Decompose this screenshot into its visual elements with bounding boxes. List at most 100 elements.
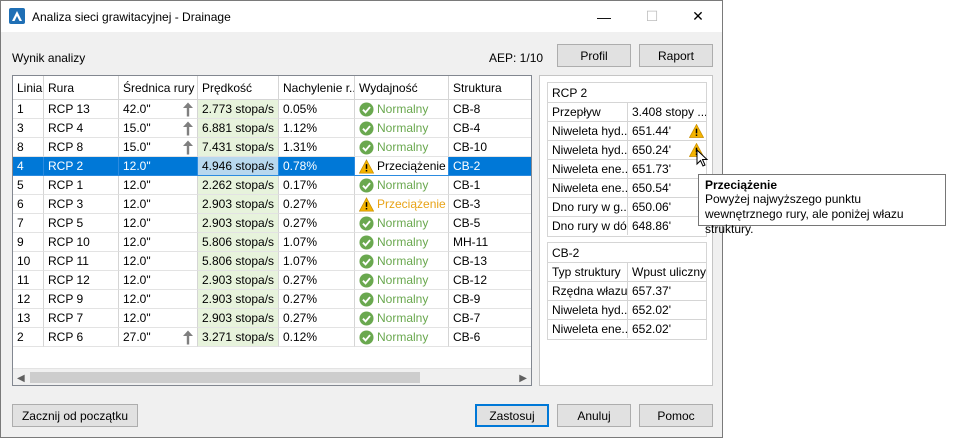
civil3d-app-icon — [9, 8, 25, 24]
table-row[interactable]: 9 RCP 10 12.0" 5.806 stopa/s 1.07% Normalny MH… — [13, 233, 531, 252]
grid-header: Linia Rura Średnica rury Prędkość Nachyl… — [13, 76, 531, 100]
table-row[interactable]: 8 RCP 8 15.0" 7.431 stopa/s 1.31% Normalny CB-… — [13, 138, 531, 157]
checkmark-icon — [359, 329, 374, 345]
column-header-srednica[interactable]: Średnica rury — [119, 76, 198, 99]
cell-rura: RCP 9 — [44, 290, 119, 309]
cell-predkosc: 2.903 stopa/s — [198, 290, 279, 309]
status-label: Normalny — [377, 140, 429, 154]
scroll-thumb[interactable] — [30, 372, 420, 383]
cell-wydajnosc: Normalny — [355, 309, 449, 328]
status-label: Normalny — [377, 311, 429, 325]
cell-predkosc: 4.946 stopa/s — [198, 157, 279, 176]
checkmark-icon — [359, 139, 374, 155]
table-row[interactable]: 10 RCP 11 12.0" 5.806 stopa/s 1.07% Normalny C… — [13, 252, 531, 271]
cell-srednica: 12.0" — [119, 252, 198, 271]
cell-struktura: CB-9 — [449, 290, 531, 309]
cell-rura: RCP 8 — [44, 138, 119, 157]
scroll-left-icon[interactable]: ◀ — [17, 373, 25, 384]
cancel-button[interactable]: Anuluj — [557, 404, 631, 427]
cell-predkosc: 2.903 stopa/s — [198, 271, 279, 290]
cell-nachylenie: 0.12% — [279, 328, 355, 347]
pipe-properties-table: RCP 2 Przepływ 3.408 stopy ... Niweleta hy… — [547, 82, 707, 237]
column-header-predkosc[interactable]: Prędkość — [198, 76, 279, 99]
close-button[interactable]: ✕ — [675, 1, 721, 32]
arrow-up-icon — [183, 140, 193, 155]
property-key: Dno rury w g... — [548, 198, 628, 216]
table-row[interactable]: 4 RCP 2 12.0" 4.946 stopa/s 0.78% Przeciążeni… — [13, 157, 531, 176]
status-label: Normalny — [377, 330, 429, 344]
pipe-property-row: Dno rury w g... 650.06' — [548, 198, 706, 217]
status-label: Normalny — [377, 254, 429, 268]
column-header-linia[interactable]: Linia — [13, 76, 44, 99]
pipe-property-row: Niweleta ene... 651.73' — [548, 160, 706, 179]
maximize-button[interactable]: ☐ — [629, 1, 675, 32]
checkmark-icon — [359, 310, 374, 326]
property-key: Niweleta hyd... — [548, 141, 628, 159]
cell-linia: 12 — [13, 290, 44, 309]
cell-struktura: CB-7 — [449, 309, 531, 328]
cell-rura: RCP 11 — [44, 252, 119, 271]
column-header-nachylenie[interactable]: Nachylenie r... — [279, 76, 355, 99]
cell-linia: 11 — [13, 271, 44, 290]
property-key: Przepływ — [548, 103, 628, 121]
cell-wydajnosc: Normalny — [355, 100, 449, 119]
cell-srednica: 12.0" — [119, 271, 198, 290]
cell-rura: RCP 12 — [44, 271, 119, 290]
results-grid[interactable]: Linia Rura Średnica rury Prędkość Nachyl… — [12, 75, 532, 386]
table-row[interactable]: 2 RCP 6 27.0" 3.271 stopa/s 0.12% Normalny CB-… — [13, 328, 531, 347]
property-key: Niweleta ene... — [548, 320, 628, 338]
start-over-button[interactable]: Zacznij od początku — [12, 404, 138, 427]
cell-srednica: 12.0" — [119, 214, 198, 233]
cell-predkosc: 7.431 stopa/s — [198, 138, 279, 157]
table-row[interactable]: 1 RCP 13 42.0" 2.773 stopa/s 0.05% Normalny CB… — [13, 100, 531, 119]
overload-tooltip: Przeciążenie Powyżej najwyższego punktu … — [698, 174, 946, 236]
property-key: Niweleta ene... — [548, 160, 628, 178]
help-button[interactable]: Pomoc — [639, 404, 713, 427]
table-row[interactable]: 6 RCP 3 12.0" 2.903 stopa/s 0.27% Przeciążeni… — [13, 195, 531, 214]
cell-predkosc: 2.903 stopa/s — [198, 309, 279, 328]
cell-srednica: 12.0" — [119, 233, 198, 252]
cell-rura: RCP 7 — [44, 309, 119, 328]
profile-button[interactable]: Profil — [557, 44, 631, 67]
analysis-result-label: Wynik analizy — [12, 51, 86, 65]
checkmark-icon — [359, 215, 374, 231]
diameter-value: 42.0" — [123, 102, 151, 116]
table-row[interactable]: 12 RCP 9 12.0" 2.903 stopa/s 0.27% Normalny CB… — [13, 290, 531, 309]
cell-rura: RCP 4 — [44, 119, 119, 138]
scroll-right-icon[interactable]: ▶ — [519, 373, 527, 384]
cell-linia: 2 — [13, 328, 44, 347]
minimize-button[interactable]: — — [581, 1, 627, 32]
checkmark-icon — [359, 272, 374, 288]
property-key: Typ struktury — [548, 263, 628, 281]
diameter-value: 15.0" — [123, 140, 151, 154]
warning-icon — [359, 158, 374, 173]
cell-wydajnosc: Normalny — [355, 176, 449, 195]
arrow-up-icon — [183, 102, 193, 117]
cell-nachylenie: 0.05% — [279, 100, 355, 119]
table-row[interactable]: 3 RCP 4 15.0" 6.881 stopa/s 1.12% Normalny CB-… — [13, 119, 531, 138]
table-row[interactable]: 5 RCP 1 12.0" 2.262 stopa/s 0.17% Normalny CB-… — [13, 176, 531, 195]
table-row[interactable]: 7 RCP 5 12.0" 2.903 stopa/s 0.27% Normalny CB-… — [13, 214, 531, 233]
cell-nachylenie: 0.27% — [279, 195, 355, 214]
status-label: Normalny — [377, 292, 429, 306]
report-button[interactable]: Raport — [639, 44, 713, 67]
column-header-wydajnosc[interactable]: Wydajność — [355, 76, 449, 99]
cell-wydajnosc: Normalny — [355, 290, 449, 309]
apply-button[interactable]: Zastosuj — [475, 404, 549, 427]
horizontal-scrollbar[interactable]: ◀ ▶ — [13, 368, 531, 385]
table-row[interactable]: 11 RCP 12 12.0" 2.903 stopa/s 0.27% Normalny C… — [13, 271, 531, 290]
table-row[interactable]: 13 RCP 7 12.0" 2.903 stopa/s 0.27% Normalny CB… — [13, 309, 531, 328]
aep-label: AEP: 1/10 — [489, 51, 544, 65]
cell-struktura: CB-12 — [449, 271, 531, 290]
column-header-rura[interactable]: Rura — [44, 76, 119, 99]
cell-nachylenie: 1.12% — [279, 119, 355, 138]
checkmark-icon — [359, 253, 374, 269]
pipe-property-row: Niweleta ene... 650.54' — [548, 179, 706, 198]
status-label: Normalny — [377, 216, 429, 230]
status-label: Przeciążenie — [377, 159, 446, 173]
structure-property-row: Niweleta hyd... 652.02' — [548, 301, 706, 320]
cell-srednica: 27.0" — [119, 328, 198, 347]
cell-nachylenie: 1.07% — [279, 252, 355, 271]
column-header-struktura[interactable]: Struktura — [449, 76, 531, 99]
cell-predkosc: 2.773 stopa/s — [198, 100, 279, 119]
